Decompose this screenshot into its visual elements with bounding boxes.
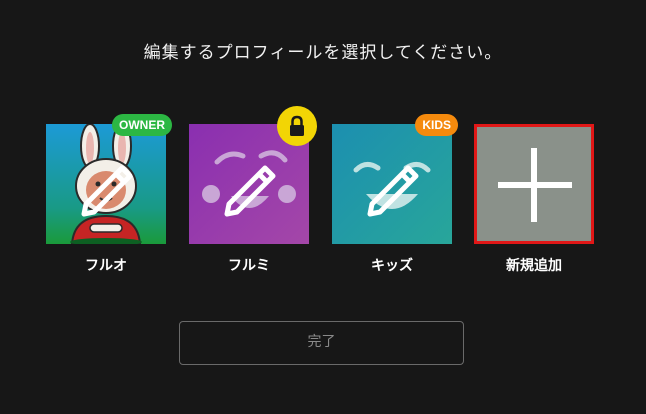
face-avatar: [332, 124, 452, 244]
plus-icon: [498, 148, 572, 222]
profile-name: フルオ: [85, 258, 127, 274]
done-button[interactable]: 完了: [179, 321, 464, 365]
page-title: 編集するプロフィールを選択してください。: [143, 43, 503, 63]
lock-icon: [290, 115, 304, 136]
profile-tile-owner[interactable]: OWNER: [46, 114, 172, 244]
profile-card-owner[interactable]: OWNER フルオ: [46, 114, 172, 274]
lock-badge: [277, 106, 317, 146]
profile-tile-kids[interactable]: KIDS: [332, 114, 458, 244]
kids-badge: KIDS: [415, 114, 458, 136]
profile-name: フルミ: [228, 258, 270, 274]
add-profile-label: 新規追加: [506, 258, 562, 274]
add-profile-button[interactable]: [474, 124, 594, 244]
profile-card-kids[interactable]: KIDS キッズ: [332, 114, 458, 274]
profile-edit-screen: 編集するプロフィールを選択してください。 OWNER フルオ フルミ KIDS …: [0, 0, 646, 414]
owner-badge: OWNER: [112, 114, 172, 136]
profile-name: キッズ: [371, 258, 413, 274]
profile-tile-furumi[interactable]: [189, 106, 317, 244]
rabbit-avatar: [46, 124, 166, 244]
profile-card-furumi[interactable]: フルミ: [189, 106, 317, 274]
add-profile-card[interactable]: 新規追加: [474, 124, 594, 274]
